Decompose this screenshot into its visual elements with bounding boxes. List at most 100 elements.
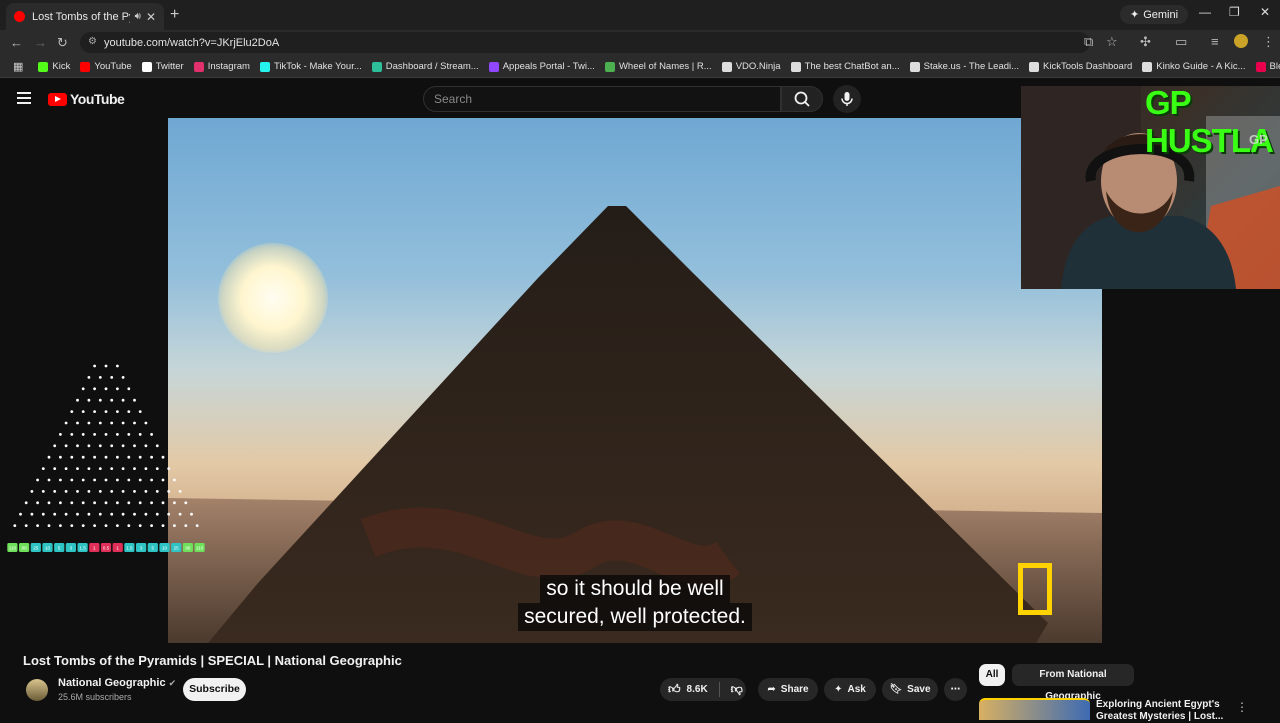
plinko-peg (138, 524, 142, 527)
save-button[interactable]: 🔖︎ Save (882, 678, 938, 701)
sparkle-icon: ✦ (834, 684, 843, 695)
media-controls-icon[interactable]: ≡ (1211, 34, 1219, 49)
plinko-peg (155, 444, 159, 448)
channel-name[interactable]: National Geographic ✔ (58, 677, 176, 689)
minimize-icon[interactable]: — (1199, 5, 1211, 19)
close-window-icon[interactable]: ✕ (1260, 5, 1270, 19)
site-info-icon[interactable]: ⚙ (88, 36, 97, 47)
verified-check-icon: ✔ (168, 678, 177, 688)
apps-grid-icon[interactable]: ▦ (8, 60, 33, 73)
close-tab-icon[interactable]: ✕ (146, 10, 156, 24)
bookmark-item[interactable]: Instagram (189, 61, 255, 72)
plinko-peg (138, 478, 142, 482)
search-input[interactable]: Search (423, 86, 781, 112)
subscribe-button[interactable]: Subscribe (183, 678, 246, 701)
recommended-more-icon[interactable]: ⋮ (1236, 700, 1248, 714)
gemini-label: Gemini (1143, 8, 1179, 21)
caption-line-1: so it should be well (540, 575, 730, 603)
plinko-peg (150, 455, 154, 459)
plinko-peg (76, 490, 79, 493)
bookmark-item[interactable]: YouTube (75, 61, 136, 72)
bookmark-item[interactable]: Blerp Memes | Best... (1251, 61, 1280, 72)
url-text: youtube.com/watch?v=JKrjElu2DoA (104, 36, 280, 49)
bookmark-item[interactable]: Twitter (137, 61, 189, 72)
like-button[interactable]: 👍︎ 8.6K (668, 682, 708, 697)
save-label: Save (907, 684, 931, 695)
youtube-play-icon (48, 92, 67, 106)
plinko-multiplier: 1.5 (79, 546, 86, 551)
cast-icon[interactable]: ▭ (1175, 34, 1187, 50)
bookmark-item[interactable]: Stake.us - The Leadi... (905, 61, 1024, 72)
plinko-peg (59, 501, 62, 505)
bookmark-item[interactable]: TikTok - Make Your... (255, 61, 367, 72)
chip-all[interactable]: All (979, 664, 1005, 686)
bookmark-item[interactable]: KickTools Dashboard (1024, 61, 1137, 72)
plinko-peg (81, 478, 85, 482)
install-app-icon[interactable]: ⧉ (1084, 34, 1093, 50)
plinko-peg (93, 364, 96, 368)
video-player[interactable]: so it should be well secured, well prote… (168, 118, 1102, 643)
chip-from-channel[interactable]: From National Geographic (1012, 664, 1134, 702)
audio-playing-icon[interactable]: 🔊︎ (135, 11, 141, 22)
dislike-button[interactable]: 👎︎ (731, 682, 743, 697)
restore-icon[interactable]: ❐ (1229, 5, 1240, 19)
reload-icon[interactable]: ↻ (57, 35, 68, 51)
bookmark-favicon-icon (790, 61, 801, 72)
bookmark-item[interactable]: Appeals Portal - Twi... (484, 61, 600, 72)
bookmark-label: TikTok - Make Your... (273, 61, 362, 72)
plinko-peg (93, 478, 96, 482)
recommended-video-thumbnail[interactable] (979, 698, 1090, 720)
plinko-peg (70, 410, 74, 413)
menu-kebab-icon[interactable]: ⋮ (1262, 34, 1275, 50)
more-actions-button[interactable]: ⋯ (944, 678, 967, 701)
profile-avatar[interactable] (1234, 34, 1248, 48)
bookmark-label: Blerp Memes | Best... (1269, 61, 1280, 72)
bookmark-star-icon[interactable]: ☆ (1106, 34, 1118, 50)
new-tab-button[interactable]: + (170, 6, 179, 24)
bookmark-favicon-icon (1255, 61, 1266, 72)
recommended-video-title[interactable]: Exploring Ancient Egypt's Greatest Myste… (1096, 699, 1226, 723)
forward-arrow-icon[interactable]: → (34, 35, 47, 50)
plinko-peg (150, 501, 154, 505)
plinko-peg (150, 524, 154, 527)
plinko-peg (116, 524, 119, 527)
plinko-peg (87, 398, 91, 402)
channel-avatar[interactable] (26, 679, 48, 701)
hamburger-menu-icon[interactable] (17, 92, 31, 107)
plinko-multiplier: 25 (33, 546, 39, 551)
bookmark-item[interactable]: The best ChatBot an... (786, 61, 905, 72)
bookmark-item[interactable]: Dashboard / Stream... (367, 61, 484, 72)
bookmark-item[interactable]: Kinko Guide - A Kic... (1137, 61, 1250, 72)
plinko-peg (76, 398, 79, 402)
browser-tab[interactable]: Lost Tombs of the Pyramids | SPECIAL | N… (6, 3, 164, 30)
plinko-peg (76, 512, 79, 516)
back-arrow-icon[interactable]: ← (10, 35, 23, 50)
bookmark-label: Stake.us - The Leadi... (923, 61, 1020, 72)
plinko-peg (53, 444, 57, 448)
address-bar[interactable]: ⚙ youtube.com/watch?v=JKrjElu2DoA (80, 32, 1090, 53)
plinko-peg (81, 455, 85, 459)
plinko-peg (104, 433, 108, 436)
bookmark-favicon-icon (1142, 61, 1153, 72)
gemini-button[interactable]: ✦ Gemini (1120, 5, 1189, 24)
share-button[interactable]: ➦ Share (758, 678, 818, 701)
search-button[interactable] (781, 86, 823, 112)
cam-overlay-text: GP HUSTLA (1145, 86, 1274, 159)
plinko-peg (30, 512, 34, 516)
bookmark-item[interactable]: VDO.Ninja (717, 61, 786, 72)
plinko-peg (59, 433, 62, 436)
ask-button[interactable]: ✦ Ask (824, 678, 876, 701)
plinko-peg (93, 410, 96, 413)
plinko-peg (64, 467, 68, 470)
like-dislike-group: 👍︎ 8.6K 👎︎ (660, 678, 746, 701)
bookmark-item[interactable]: Wheel of Names | R... (600, 61, 717, 72)
youtube-logo[interactable]: YouTube (48, 91, 125, 107)
plinko-peg (116, 455, 119, 459)
plinko-peg (155, 490, 159, 493)
plinko-peg (195, 524, 199, 527)
bookmark-label: Appeals Portal - Twi... (502, 61, 595, 72)
voice-search-button[interactable] (833, 85, 861, 113)
bookmark-item[interactable]: Kick (33, 61, 75, 72)
bookmark-favicon-icon (193, 61, 204, 72)
extensions-icon[interactable]: ✣ (1140, 34, 1151, 50)
